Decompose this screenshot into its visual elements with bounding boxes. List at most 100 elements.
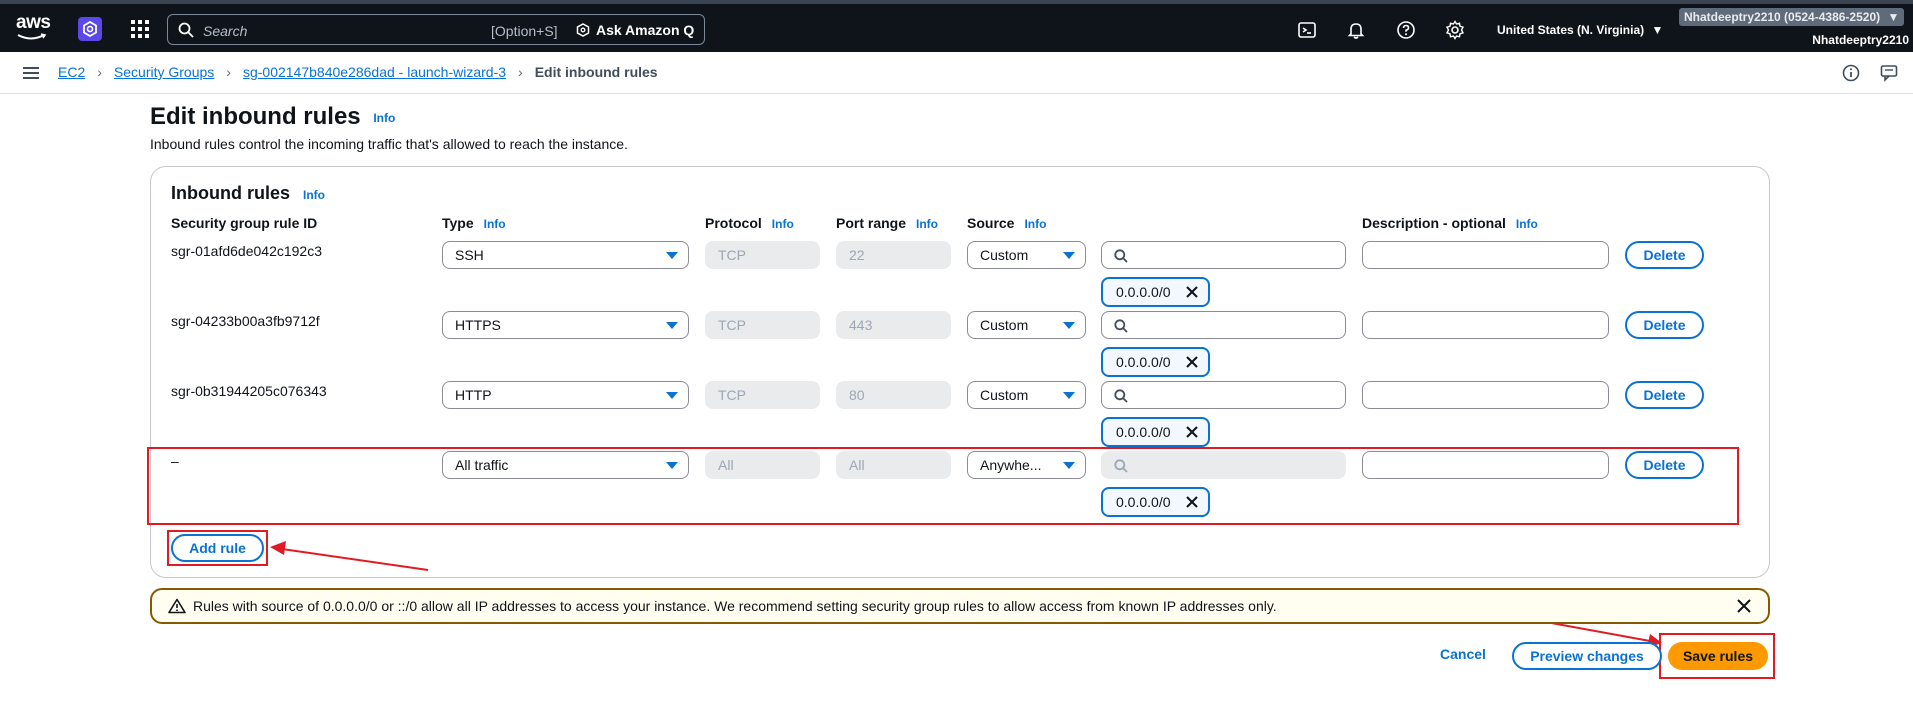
delete-rule-button[interactable]: Delete (1625, 311, 1704, 339)
cidr-token: 0.0.0.0/0 (1101, 417, 1210, 447)
breadcrumb-ec2[interactable]: EC2 (58, 64, 85, 80)
warning-triangle-icon (168, 598, 186, 614)
source-info-link[interactable]: Info (1024, 217, 1046, 231)
column-header-source-label: Source (967, 215, 1015, 231)
remove-token-icon[interactable] (1185, 355, 1199, 369)
description-input[interactable] (1362, 381, 1609, 409)
search-placeholder: Search (203, 23, 248, 39)
caret-down-icon (1063, 392, 1075, 399)
cancel-button[interactable]: Cancel (1440, 646, 1486, 662)
breadcrumb-current: Edit inbound rules (534, 64, 658, 80)
account-id-label: Nhatdeeptry2210 (0524-4386-2520) (1684, 10, 1881, 24)
caret-down-icon (666, 252, 678, 259)
cidr-token: 0.0.0.0/0 (1101, 277, 1210, 307)
caret-down-icon (1063, 322, 1075, 329)
caret-down-icon (666, 392, 678, 399)
menu-hamburger-icon[interactable] (23, 67, 39, 79)
inbound-rules-info-link[interactable]: Info (303, 188, 325, 202)
rule-id: sgr-04233b00a3fb9712f (171, 313, 320, 329)
search-icon (1114, 389, 1128, 403)
source-cidr-search-input[interactable] (1101, 241, 1346, 269)
column-header-description: Description - optional Info (1362, 215, 1538, 231)
close-icon[interactable] (1736, 598, 1752, 614)
delete-rule-button[interactable]: Delete (1625, 241, 1704, 269)
column-header-type: Type Info (442, 215, 506, 231)
port-range-info-link[interactable]: Info (916, 217, 938, 231)
page-title-text: Edit inbound rules (150, 103, 361, 130)
breadcrumb-security-group[interactable]: sg-002147b840e286dad - launch-wizard-3 (243, 64, 506, 80)
aws-logo-text: aws (16, 12, 51, 33)
account-menu[interactable]: Nhatdeeptry2210 (0524-4386-2520) ▼ (1679, 8, 1905, 26)
region-label: United States (N. Virginia) (1497, 23, 1645, 37)
source-select-value: Custom (980, 387, 1029, 403)
source-cidr-search-input[interactable] (1101, 381, 1346, 409)
column-header-port-range: Port range Info (836, 215, 938, 231)
preview-changes-button[interactable]: Preview changes (1512, 642, 1662, 670)
region-selector[interactable]: United States (N. Virginia) ▼ (1497, 23, 1663, 37)
feedback-icon[interactable] (1880, 64, 1898, 82)
account-dropdown-icon: ▼ (1887, 10, 1900, 24)
services-grid-icon[interactable] (131, 20, 149, 38)
notifications-bell-icon[interactable] (1346, 20, 1366, 40)
source-select-value: Custom (980, 247, 1029, 263)
breadcrumb: EC2 › Security Groups › sg-002147b840e28… (58, 64, 658, 80)
source-select-value: Custom (980, 317, 1029, 333)
region-dropdown-icon: ▼ (1651, 23, 1664, 37)
settings-gear-icon[interactable] (1445, 20, 1465, 40)
remove-token-icon[interactable] (1185, 285, 1199, 299)
port-range-field: 80 (836, 381, 951, 409)
description-input[interactable] (1362, 241, 1609, 269)
save-rules-button[interactable]: Save rules (1668, 642, 1768, 670)
info-panel-icon[interactable] (1842, 64, 1860, 82)
type-select[interactable]: SSH (442, 241, 689, 269)
column-header-port-range-label: Port range (836, 215, 907, 231)
warning-text: Rules with source of 0.0.0.0/0 or ::/0 a… (193, 598, 1277, 614)
cloudshell-icon[interactable] (1297, 20, 1317, 40)
search-shortcut: [Option+S] (491, 23, 558, 39)
column-header-description-label: Description - optional (1362, 215, 1506, 231)
type-select[interactable]: HTTP (442, 381, 689, 409)
column-header-type-label: Type (442, 215, 474, 231)
description-input[interactable] (1362, 311, 1609, 339)
remove-token-icon[interactable] (1185, 425, 1199, 439)
type-info-link[interactable]: Info (484, 217, 506, 231)
type-select[interactable]: HTTPS (442, 311, 689, 339)
amazon-q-logo-icon[interactable] (78, 17, 102, 41)
rule-id: sgr-0b31944205c076343 (171, 383, 327, 399)
cidr-token-value: 0.0.0.0/0 (1116, 424, 1171, 440)
type-select-value: HTTP (455, 387, 492, 403)
chevron-right-icon: › (97, 64, 102, 80)
caret-down-icon (1063, 252, 1075, 259)
cidr-token-value: 0.0.0.0/0 (1116, 354, 1171, 370)
aws-logo[interactable]: aws (16, 12, 51, 44)
breadcrumb-security-groups[interactable]: Security Groups (114, 64, 214, 80)
protocol-info-link[interactable]: Info (772, 217, 794, 231)
protocol-field: TCP (705, 241, 820, 269)
ask-amazon-q-button[interactable]: Ask Amazon Q (576, 22, 694, 38)
description-info-link[interactable]: Info (1516, 217, 1538, 231)
type-select-value: HTTPS (455, 317, 501, 333)
cidr-token: 0.0.0.0/0 (1101, 347, 1210, 377)
port-range-field: 22 (836, 241, 951, 269)
inbound-rules-heading: Inbound rules (171, 183, 290, 203)
column-header-protocol: Protocol Info (705, 215, 794, 231)
source-cidr-search-input[interactable] (1101, 311, 1346, 339)
source-select[interactable]: Custom (967, 311, 1086, 339)
type-select-value: SSH (455, 247, 484, 263)
source-select[interactable]: Custom (967, 241, 1086, 269)
account-name: Nhatdeeptry2210 (1812, 33, 1909, 47)
page-info-link[interactable]: Info (373, 111, 395, 125)
search-bar[interactable]: Search [Option+S] Ask Amazon Q (167, 14, 705, 45)
search-icon (178, 22, 194, 38)
source-select[interactable]: Custom (967, 381, 1086, 409)
annotation-highlight-add-rule (167, 530, 268, 566)
page-description: Inbound rules control the incoming traff… (150, 136, 628, 152)
top-navigation: aws Search [Option+S] Ask Amazon Q Unite… (0, 0, 1913, 52)
help-icon[interactable] (1396, 20, 1416, 40)
delete-rule-button[interactable]: Delete (1625, 381, 1704, 409)
protocol-field: TCP (705, 381, 820, 409)
breadcrumb-bar: EC2 › Security Groups › sg-002147b840e28… (0, 52, 1913, 94)
search-icon (1114, 319, 1128, 333)
amazon-q-icon (576, 23, 590, 37)
inbound-rules-title: Inbound rules Info (171, 183, 325, 204)
